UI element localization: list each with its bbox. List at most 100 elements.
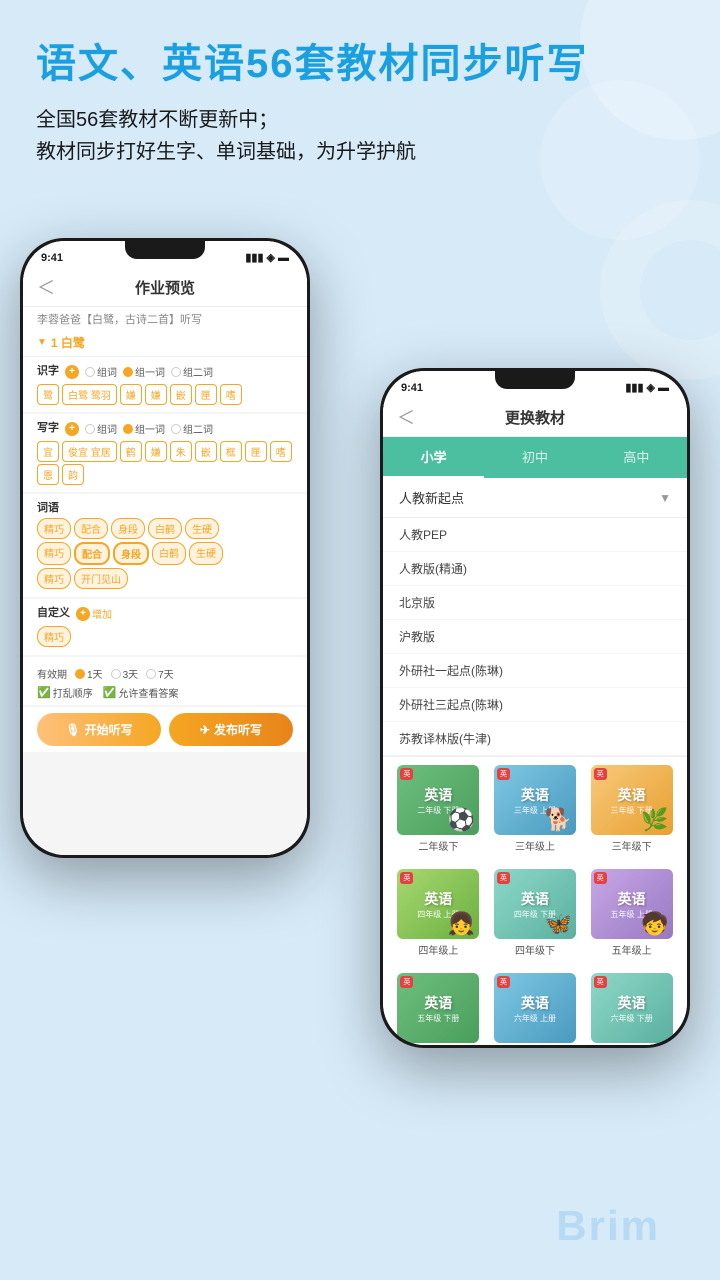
book-cover-g5d: 英 英语 五年级 下册 [397,973,479,1043]
radio-group2[interactable]: 组一词 [123,364,165,379]
write-chars-2: 恩 韵 [37,464,293,485]
recognize-radio: + 组词 组一词 组二词 [65,364,213,379]
book-g6d[interactable]: 英 英语 六年级 下册 [586,973,677,1043]
book-g6u[interactable]: 英 英语 六年级 上册 [490,973,581,1043]
status-icons-right: ▮▮▮ ◈ ▬ [625,381,669,394]
phone-left: 9:41 ▮▮▮ ◈ ▬ ＜ 作业预览 李蓉爸爸【白鹭，古诗二首】听写 ▼ [20,238,310,858]
time-right: 9:41 [401,382,423,394]
write-radio3[interactable]: 组二词 [171,421,213,436]
write-radio: + 组词 组一词 组二词 [65,421,213,436]
sub-title-line2: 教材同步打好生字、单词基础，为升学护航 [36,136,684,168]
book-cover-g6d: 英 英语 六年级 下册 [591,973,673,1043]
validity-7day[interactable]: 7天 [146,666,174,681]
book-label-g3d: 三年级下 [612,838,652,853]
radio-dot1 [85,367,95,377]
write-radio2[interactable]: 组一词 [123,421,165,436]
book-cover-inner-g4d: 英 英语 四年级 下册 🦋 [494,869,576,939]
nav-bar-right: ＜ 更换教材 [383,398,687,437]
shuffle-option[interactable]: ✅ 打乱顺序 [37,685,93,700]
section-arrow: ▼ [37,337,47,348]
book-g5d[interactable]: 英 英语 五年级 下册 [393,973,484,1043]
radio-dot3 [171,367,181,377]
books-grid-3: 英 英语 五年级 下册 英 英语 六年级 上册 [383,965,687,1045]
books-grid-1: 英 英语 二年级 下册 ⚽ 二年级下 英 英语 [383,757,687,861]
radio-group3[interactable]: 组二词 [171,364,213,379]
book-g3d[interactable]: 英 英语 三年级 下册 🌿 三年级下 [586,765,677,853]
write-dot3 [171,424,181,434]
add-group[interactable]: + [65,365,79,379]
back-button-left[interactable]: ＜ [37,274,55,300]
textbook-renjiaojingtong[interactable]: 人教版(精通) [383,552,687,586]
book-label-g5u: 五年级上 [612,942,652,957]
custom-tags: 精巧 [37,626,293,647]
write-section: 写字 + 组词 组一词 组二词 宜 俊宜 宜居 鹤 嫌 朱 [23,414,307,492]
write-add-group[interactable]: + [65,422,79,436]
homework-subtitle: 李蓉爸爸【白鹭，古诗二首】听写 [23,307,307,329]
vocabulary-section: 词语 精巧 配合 身段 白鹤 生硬 精巧 配合 身段 白鹤 生硬 [23,494,307,597]
bottom-buttons: 🎙 开始听写 ✈ 发布听写 [23,707,307,752]
write-radio1[interactable]: 组词 [85,421,117,436]
show-answer-label: 允许查看答案 [118,685,178,700]
book-cover-g2d: 英 英语 二年级 下册 ⚽ [397,765,479,835]
tab-high[interactable]: 高中 [586,437,687,478]
book-cover-g5u: 英 英语 五年级 上册 🧒 [591,869,673,939]
book-label-g4u: 四年级上 [418,942,458,957]
signal-right: ▮▮▮ [625,381,643,394]
write-dot1 [85,424,95,434]
tab-elementary[interactable]: 小学 [383,437,484,478]
mic-icon: 🎙 [65,723,80,737]
book-cover-g3d: 英 英语 三年级 下册 🌿 [591,765,673,835]
book-cover-inner-g4u: 英 英语 四年级 上册 👧 [397,869,479,939]
book-cover-inner-g2d: 英 英语 二年级 下册 ⚽ [397,765,479,835]
validity-section: 有效期 1天 3天 7天 ✅ 打乱顺序 ✅ 允许查看答案 [23,657,307,705]
write-dot2 [123,424,133,434]
start-button[interactable]: 🎙 开始听写 [37,713,161,746]
radio-group1[interactable]: 组词 [85,364,117,379]
book-label-g3u: 三年级上 [515,838,555,853]
textbook-selector[interactable]: 人教新起点 ▼ [383,478,687,518]
header: 语文、英语56套教材同步听写 全国56套教材不断更新中； 教材同步打好生字、单词… [0,0,720,188]
textbook-sujiao[interactable]: 苏教译林版(牛津) [383,722,687,756]
textbook-hujiao[interactable]: 沪教版 [383,620,687,654]
validity-3day[interactable]: 3天 [111,666,139,681]
book-g2d[interactable]: 英 英语 二年级 下册 ⚽ 二年级下 [393,765,484,853]
book-g4d[interactable]: 英 英语 四年级 下册 🦋 四年级下 [490,869,581,957]
book-cover-g6u: 英 英语 六年级 上册 [494,973,576,1043]
validity-row: 有效期 1天 3天 7天 [37,662,293,685]
phones-container: 9:41 ▮▮▮ ◈ ▬ ＜ 作业预览 李蓉爸爸【白鹭，古诗二首】听写 ▼ [0,208,720,1148]
time-left: 9:41 [41,252,63,264]
check-row: ✅ 打乱顺序 ✅ 允许查看答案 [37,685,293,700]
book-g4u[interactable]: 英 英语 四年级 上册 👧 四年级上 [393,869,484,957]
book-g5u[interactable]: 英 英语 五年级 上册 🧒 五年级上 [586,869,677,957]
section-title: 1 白鹭 [51,334,85,351]
check-icon-2: ✅ [103,686,117,699]
show-answer-option[interactable]: ✅ 允许查看答案 [103,685,179,700]
recognize-chars: 鹭 白鹭 鹭羽 嫌 嫌 嵌 匣 嗜 [37,384,293,405]
publish-button[interactable]: ✈ 发布听写 [169,713,293,746]
check-icon-1: ✅ [37,686,51,699]
book-cover-inner-g6u: 英 英语 六年级 上册 [494,973,576,1043]
book-cover-g4d: 英 英语 四年级 下册 🦋 [494,869,576,939]
main-title: 语文、英语56套教材同步听写 [36,40,684,88]
left-content: 9:41 ▮▮▮ ◈ ▬ ＜ 作业预览 李蓉爸爸【白鹭，古诗二首】听写 ▼ [23,241,307,855]
book-cover-inner-g3u: 英 英语 三年级 上册 🐕 [494,765,576,835]
textbook-waiyan3[interactable]: 外研社三起点(陈琳) [383,688,687,722]
send-icon: ✈ [200,723,210,737]
book-cover-inner-g5u: 英 英语 五年级 上册 🧒 [591,869,673,939]
back-button-right[interactable]: ＜ [397,404,415,430]
screen-right: 9:41 ▮▮▮ ◈ ▬ ＜ 更换教材 小学 初中 高中 [383,371,687,1045]
recognize-label: 识字 [37,362,59,378]
book-cover-inner-g5d: 英 英语 五年级 下册 [397,973,479,1043]
vocab-row3: 精巧 开门见山 [37,568,293,589]
textbook-waiyan1[interactable]: 外研社一起点(陈琳) [383,654,687,688]
textbook-renjiaopiep[interactable]: 人教PEP [383,518,687,552]
book-label-g2d: 二年级下 [418,838,458,853]
book-g3u[interactable]: 英 英语 三年级 上册 🐕 三年级上 [490,765,581,853]
tab-middle[interactable]: 初中 [484,437,585,478]
selected-textbook: 人教新起点 [399,488,464,507]
validity-1day[interactable]: 1天 [75,666,103,681]
wifi-right: ◈ [647,381,655,394]
textbook-beijing[interactable]: 北京版 [383,586,687,620]
custom-add[interactable]: + 增加 [76,606,112,621]
screen-left: 9:41 ▮▮▮ ◈ ▬ ＜ 作业预览 李蓉爸爸【白鹭，古诗二首】听写 ▼ [23,241,307,855]
